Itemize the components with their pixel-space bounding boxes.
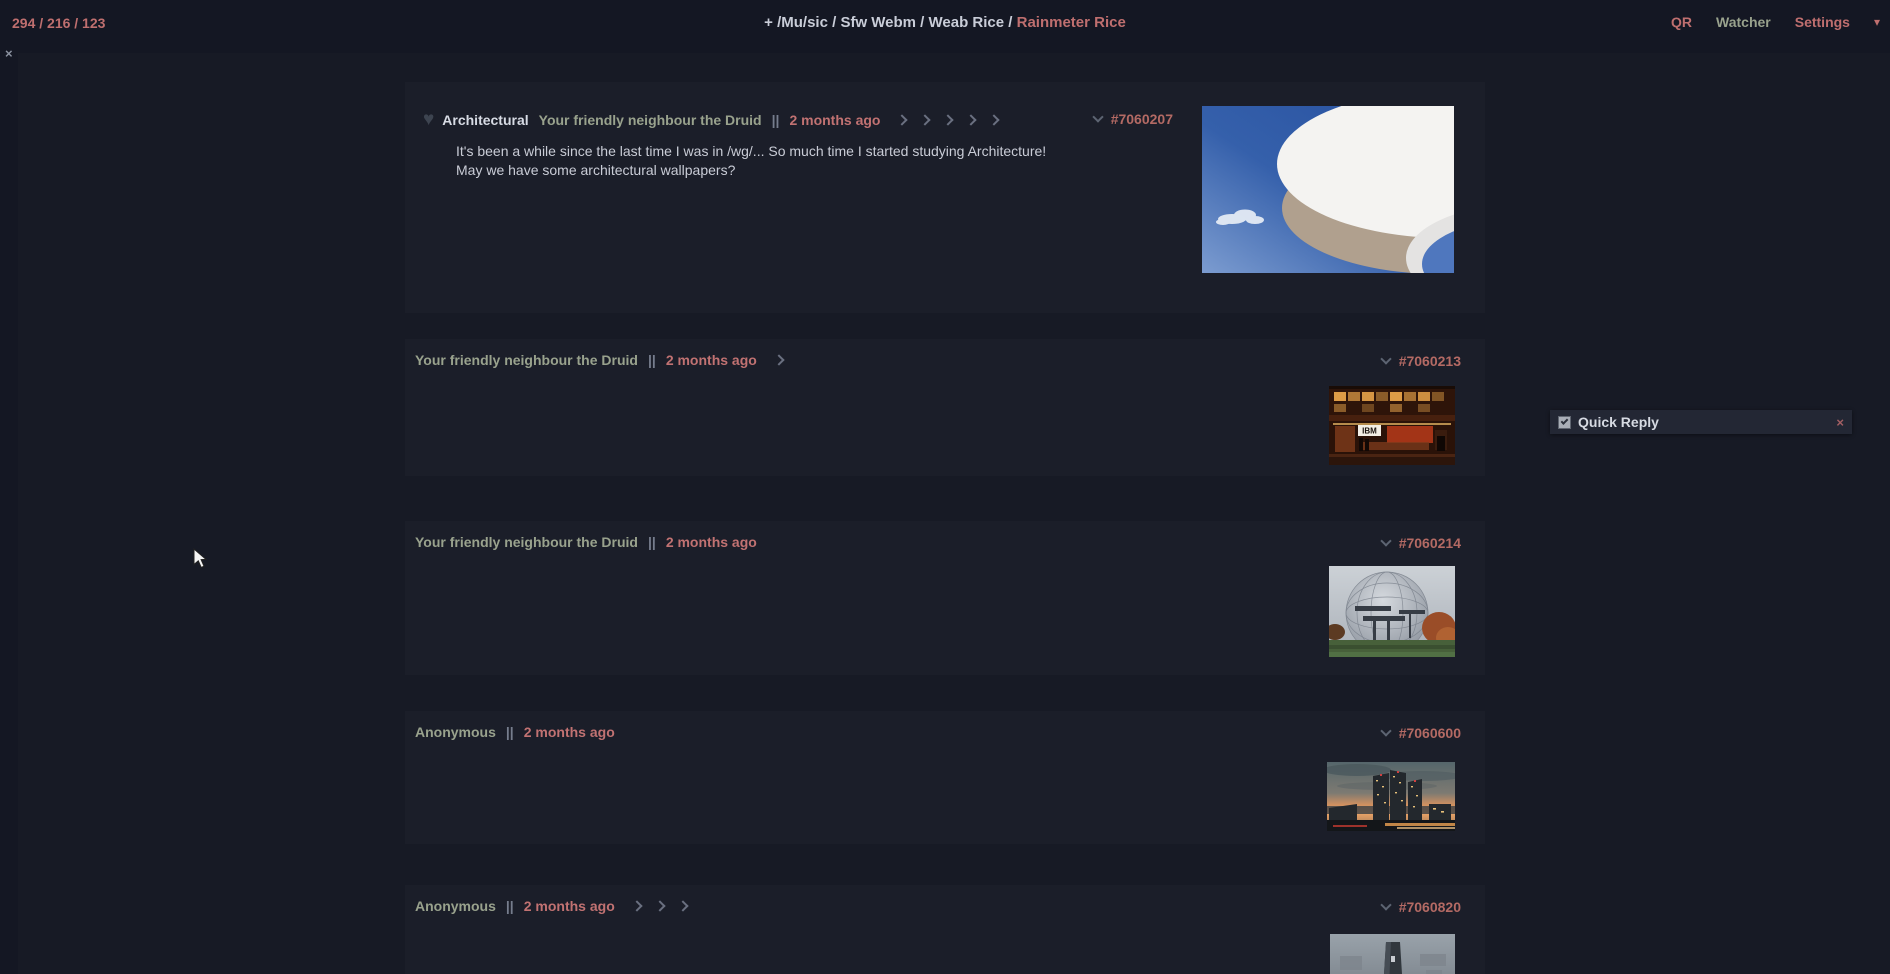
quick-reply-bar[interactable]: Quick Reply × xyxy=(1550,410,1852,434)
heart-icon[interactable]: ♥ xyxy=(423,110,434,129)
reply-arrow-icon[interactable] xyxy=(897,114,908,125)
reply-arrow-icon[interactable] xyxy=(631,900,642,911)
poster-name: Your friendly neighbour the Druid xyxy=(415,352,638,368)
reply-links xyxy=(898,116,998,124)
post-body-text: It's been a while since the last time I … xyxy=(456,142,1046,180)
poster-name: Anonymous xyxy=(415,898,496,914)
post-number-link[interactable]: #7060214 xyxy=(1399,535,1461,551)
post-id-block: #7060820 xyxy=(1382,899,1461,915)
body-line: May we have some architectural wallpaper… xyxy=(456,161,1046,180)
post-id-block: #7060214 xyxy=(1382,535,1461,551)
quick-reply-checkbox[interactable] xyxy=(1558,416,1571,429)
settings-menu-button[interactable]: Settings xyxy=(1795,14,1850,30)
reply-arrow-icon[interactable] xyxy=(920,114,931,125)
qr-menu-button[interactable]: QR xyxy=(1671,14,1692,30)
reply-links xyxy=(633,902,687,910)
post-7060207: ♥ Architectural Your friendly neighbour … xyxy=(405,82,1485,313)
reply-arrow-icon[interactable] xyxy=(773,354,784,365)
post-timestamp: 2 months ago xyxy=(666,534,757,550)
post-timestamp: 2 months ago xyxy=(789,112,880,128)
post-meta: Anonymous || 2 months ago xyxy=(415,724,615,740)
body-line: It's been a while since the last time I … xyxy=(456,142,1046,161)
poster-name: Your friendly neighbour the Druid xyxy=(415,534,638,550)
post-menu-chevron-icon[interactable] xyxy=(1380,899,1391,910)
reply-arrow-icon[interactable] xyxy=(966,114,977,125)
quick-reply-close-icon[interactable]: × xyxy=(1836,415,1844,430)
dropdown-icon[interactable]: ▾ xyxy=(1874,15,1880,29)
post-number-link[interactable]: #7060213 xyxy=(1399,353,1461,369)
poster-name: Anonymous xyxy=(415,724,496,740)
post-7060214: Your friendly neighbour the Druid || 2 m… xyxy=(405,521,1485,675)
ibm-sign-text: IBM xyxy=(1362,427,1377,436)
meta-separator: || xyxy=(772,112,780,128)
post-thumbnail-futuristic-towers[interactable] xyxy=(1327,762,1455,831)
post-thumbnail-aerial-city[interactable] xyxy=(1330,934,1455,974)
post-timestamp: 2 months ago xyxy=(666,352,757,368)
top-menu: QR Watcher Settings ▾ xyxy=(1671,14,1880,30)
thread-close-icon[interactable]: × xyxy=(5,47,13,60)
reply-arrow-icon[interactable] xyxy=(654,900,665,911)
post-id-block: #7060213 xyxy=(1382,353,1461,369)
post-menu-chevron-icon[interactable] xyxy=(1380,535,1391,546)
post-meta: Your friendly neighbour the Druid || 2 m… xyxy=(415,352,783,368)
post-menu-chevron-icon[interactable] xyxy=(1092,111,1103,122)
post-subject: Architectural xyxy=(442,112,528,128)
post-number-link[interactable]: #7060207 xyxy=(1111,111,1173,127)
board-stats: 294 / 216 / 123 xyxy=(12,15,105,31)
watcher-menu-button[interactable]: Watcher xyxy=(1716,14,1771,30)
meta-separator: || xyxy=(648,352,656,368)
post-timestamp: 2 months ago xyxy=(524,898,615,914)
post-id-block: #7060600 xyxy=(1382,725,1461,741)
post-7060600: Anonymous || 2 months ago #7060600 xyxy=(405,711,1485,844)
post-meta: Anonymous || 2 months ago xyxy=(415,898,687,914)
post-number-link[interactable]: #7060820 xyxy=(1399,899,1461,915)
breadcrumb-current-thread: Rainmeter Rice xyxy=(1017,14,1126,31)
reply-arrow-icon[interactable] xyxy=(677,900,688,911)
post-timestamp: 2 months ago xyxy=(524,724,615,740)
post-meta: Your friendly neighbour the Druid || 2 m… xyxy=(415,534,757,550)
reply-arrow-icon[interactable] xyxy=(943,114,954,125)
checkmark-icon xyxy=(1561,417,1569,425)
meta-separator: || xyxy=(648,534,656,550)
post-thumbnail-ibm-store[interactable]: IBM xyxy=(1329,386,1455,465)
top-bar: 294 / 216 / 123 + /Mu/sic / Sfw Webm / W… xyxy=(0,0,1890,44)
breadcrumb[interactable]: + /Mu/sic / Sfw Webm / Weab Rice / Rainm… xyxy=(764,14,1126,31)
reply-links xyxy=(775,356,783,364)
post-thumbnail-geodesic-dome[interactable] xyxy=(1329,566,1455,657)
poster-name: Your friendly neighbour the Druid xyxy=(539,112,762,128)
post-menu-chevron-icon[interactable] xyxy=(1380,725,1391,736)
breadcrumb-boards[interactable]: + /Mu/sic / Sfw Webm / Weab Rice / xyxy=(764,14,1016,31)
post-number-link[interactable]: #7060600 xyxy=(1399,725,1461,741)
meta-separator: || xyxy=(506,898,514,914)
post-image-architecture[interactable] xyxy=(1202,106,1454,273)
page: × 294 / 216 / 123 + /Mu/sic / Sfw Webm /… xyxy=(0,0,1890,974)
quick-reply-title: Quick Reply xyxy=(1578,414,1659,430)
post-meta: ♥ Architectural Your friendly neighbour … xyxy=(423,110,998,129)
reply-arrow-icon[interactable] xyxy=(989,114,1000,125)
post-7060820: Anonymous || 2 months ago #7060820 xyxy=(405,885,1485,974)
post-id-block: #7060207 xyxy=(1094,111,1173,127)
meta-separator: || xyxy=(506,724,514,740)
post-7060213: Your friendly neighbour the Druid || 2 m… xyxy=(405,339,1485,476)
post-menu-chevron-icon[interactable] xyxy=(1380,353,1391,364)
